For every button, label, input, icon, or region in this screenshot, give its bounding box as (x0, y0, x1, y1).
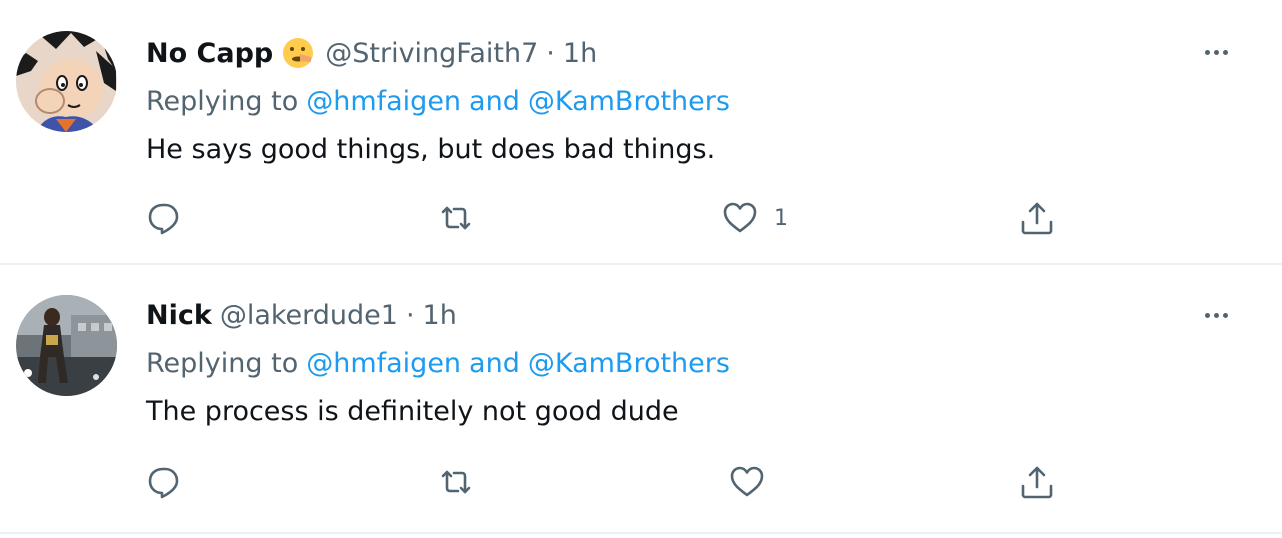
mention-and[interactable]: and (469, 86, 520, 117)
share-button[interactable] (1019, 460, 1055, 504)
retweet-icon (441, 470, 471, 494)
more-options-icon[interactable] (1196, 40, 1236, 64)
replying-to-label: Replying to (146, 85, 299, 117)
replying-to-label: Replying to (146, 347, 299, 379)
avatar[interactable] (16, 31, 117, 132)
heart-icon (730, 466, 764, 497)
separator-dot: · (546, 37, 555, 69)
shushing-face-emoji-icon (281, 36, 315, 70)
reply-icon (148, 467, 179, 499)
cartoon-character-avatar-icon (16, 31, 117, 132)
user-handle[interactable]: @lakerdude1 (220, 300, 398, 331)
divider (0, 263, 1282, 265)
retweet-icon (441, 206, 471, 230)
like-button[interactable] (729, 460, 781, 504)
heart-icon (723, 202, 757, 233)
reply-icon (148, 203, 179, 235)
divider (0, 532, 1282, 534)
timestamp[interactable]: 1h (563, 38, 597, 69)
mention-link[interactable]: @KamBrothers (528, 348, 730, 379)
tweet-text: He says good things, but does bad things… (146, 133, 716, 165)
retweet-button[interactable] (437, 196, 475, 240)
display-name[interactable]: No Capp (146, 38, 273, 69)
basketball-player-photo-avatar-icon (16, 295, 117, 396)
reply-button[interactable] (146, 460, 182, 504)
tweet-card[interactable]: Nick @lakerdude1 · 1h Replying to @hmfai… (0, 268, 1282, 530)
like-button[interactable]: 1 (722, 196, 788, 240)
reply-thread: No Capp @StrivingFaith7 · 1h Replying to… (0, 0, 1282, 538)
mention-link[interactable]: @hmfaigen (306, 348, 461, 379)
user-handle[interactable]: @StrivingFaith7 (325, 38, 538, 69)
tweet-text: The process is definitely not good dude (146, 395, 679, 427)
replying-to: Replying to @hmfaigen and @KamBrothers (146, 343, 730, 383)
mention-link[interactable]: @hmfaigen (306, 86, 461, 117)
timestamp[interactable]: 1h (423, 300, 457, 331)
avatar[interactable] (16, 295, 117, 396)
share-button[interactable] (1019, 196, 1055, 240)
share-icon (1021, 466, 1053, 499)
like-count: 1 (774, 205, 788, 231)
tweet-header: No Capp @StrivingFaith7 · 1h (146, 33, 597, 73)
separator-dot: · (405, 299, 415, 331)
reply-button[interactable] (146, 196, 182, 240)
mention-and[interactable]: and (469, 348, 520, 379)
mention-link[interactable]: @KamBrothers (528, 86, 730, 117)
display-name[interactable]: Nick (146, 300, 212, 331)
tweet-header: Nick @lakerdude1 · 1h (146, 295, 457, 335)
retweet-button[interactable] (437, 460, 475, 504)
replying-to: Replying to @hmfaigen and @KamBrothers (146, 81, 730, 121)
tweet-card[interactable]: No Capp @StrivingFaith7 · 1h Replying to… (0, 0, 1282, 262)
share-icon (1021, 202, 1053, 235)
more-options-icon[interactable] (1196, 303, 1236, 327)
